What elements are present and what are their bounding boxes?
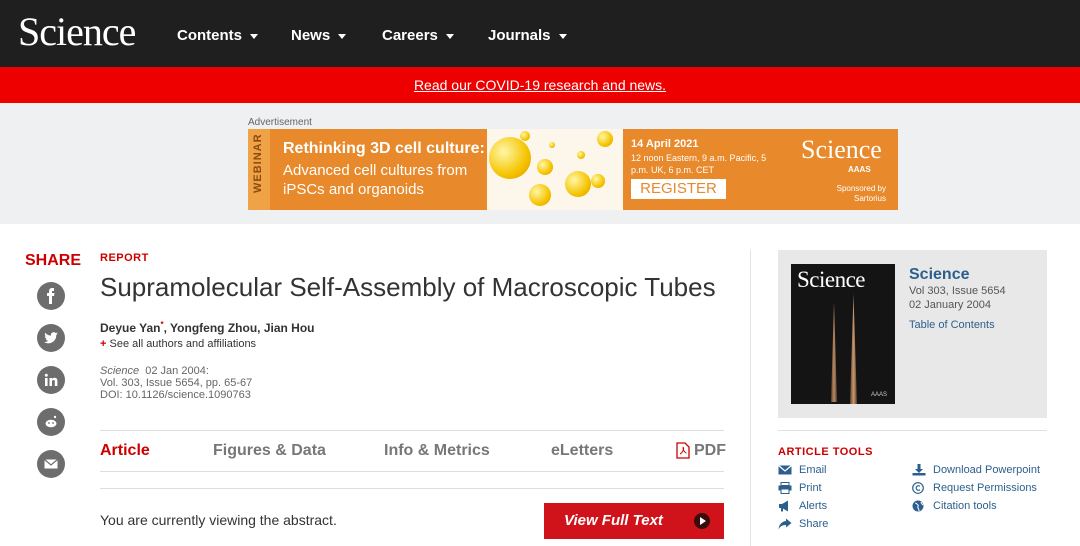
author-list-rest[interactable]: , Yongfeng Zhou, Jian Hou xyxy=(164,321,315,335)
print-icon xyxy=(778,482,792,494)
article-tabs: Article Figures & Data Info & Metrics eL… xyxy=(100,430,726,472)
table-of-contents-link[interactable]: Table of Contents xyxy=(909,319,995,331)
ad-vertical-tag: WEBINAR xyxy=(248,129,270,210)
facebook-icon[interactable] xyxy=(37,282,65,310)
twitter-icon[interactable] xyxy=(37,324,65,352)
issue-cover-image[interactable]: Science AAAS xyxy=(791,264,895,404)
affiliations-label: See all authors and affiliations xyxy=(109,338,257,350)
top-nav: Science Contents News Careers Journals xyxy=(0,0,1080,67)
chevron-down-icon xyxy=(445,33,454,39)
tab-info-metrics[interactable]: Info & Metrics xyxy=(384,442,490,460)
covid-link[interactable]: Read our COVID-19 research and news. xyxy=(414,77,666,93)
citation-date: 02 Jan 2004: xyxy=(145,365,209,377)
issue-volume: Vol 303, Issue 5654 02 January 2004 xyxy=(909,284,1006,312)
issue-journal-link[interactable]: Science xyxy=(909,266,969,284)
chevron-down-icon xyxy=(250,33,258,39)
play-icon xyxy=(694,513,710,529)
article-type: REPORT xyxy=(100,252,149,264)
view-full-text-label: View Full Text xyxy=(564,512,663,529)
nav-news[interactable]: News xyxy=(291,27,347,44)
tool-email-label: Email xyxy=(799,464,827,476)
download-icon xyxy=(912,464,926,476)
share-label: SHARE xyxy=(25,252,82,269)
copyright-icon xyxy=(912,482,924,494)
tab-eletters[interactable]: eLetters xyxy=(551,442,613,460)
science-logo[interactable]: Science xyxy=(18,8,136,55)
tab-figures-data[interactable]: Figures & Data xyxy=(213,442,326,460)
issue-volume-text: Vol 303, Issue 5654 xyxy=(909,285,1006,297)
view-full-text-button[interactable]: View Full Text xyxy=(544,503,724,539)
chevron-down-icon xyxy=(338,33,347,39)
issue-date: 02 January 2004 xyxy=(909,299,991,311)
globe-icon xyxy=(912,500,924,512)
tool-alerts-label: Alerts xyxy=(799,500,828,512)
issue-box: Science AAAS Science Vol 303, Issue 5654… xyxy=(778,250,1047,418)
citation-doi: DOI: 10.1126/science.1090763 xyxy=(100,389,251,401)
nav-contents-label: Contents xyxy=(177,27,242,44)
webinar-ad[interactable]: WEBINAR Rethinking 3D cell culture: Adva… xyxy=(248,129,898,210)
abstract-notice: You are currently viewing the abstract. … xyxy=(100,488,724,546)
nav-careers-label: Careers xyxy=(382,27,438,44)
article-authors: Deyue Yan*, Yongfeng Zhou, Jian Hou xyxy=(100,320,315,335)
ad-aaas-logo: AAAS xyxy=(848,165,871,174)
ad-sponsor: Sponsored by Sartorius xyxy=(836,184,886,203)
author-link[interactable]: Deyue Yan xyxy=(100,321,160,335)
tool-request-permissions-label: Request Permissions xyxy=(933,482,1037,494)
ad-vertical-tag-text: WEBINAR xyxy=(252,133,264,193)
article-citation: Science 02 Jan 2004: Vol. 303, Issue 565… xyxy=(100,365,252,401)
tools-divider xyxy=(778,430,1047,431)
citation-journal: Science xyxy=(100,365,140,377)
tool-share-label: Share xyxy=(799,518,829,530)
megaphone-icon xyxy=(779,500,788,512)
cover-title: Science xyxy=(797,267,866,292)
ad-cell-image xyxy=(487,129,623,210)
ad-register-button[interactable]: REGISTER xyxy=(631,179,726,199)
ad-label: Advertisement xyxy=(248,117,312,128)
ad-science-logo: Science xyxy=(801,135,882,164)
citation-volume: Vol. 303, Issue 5654, pp. 65-67 xyxy=(100,377,253,389)
chevron-down-icon xyxy=(558,33,567,39)
email-icon xyxy=(778,465,792,475)
tool-download-powerpoint-label: Download Powerpoint xyxy=(933,464,1041,476)
pdf-icon xyxy=(676,442,690,459)
tool-print-label: Print xyxy=(799,482,822,494)
nav-journals[interactable]: Journals xyxy=(488,27,567,44)
cover-aaas: AAAS xyxy=(871,392,888,398)
tab-pdf[interactable]: PDF xyxy=(694,442,726,460)
nav-journals-label: Journals xyxy=(488,27,551,44)
column-divider xyxy=(750,250,751,546)
ad-date: 14 April 2021 xyxy=(631,138,699,150)
covid-banner: Read our COVID-19 research and news. xyxy=(0,67,1080,103)
nav-careers[interactable]: Careers xyxy=(382,27,454,44)
reddit-icon[interactable] xyxy=(37,408,65,436)
ad-subhead: Advanced cell cultures from iPSCs and or… xyxy=(283,162,468,198)
nav-news-label: News xyxy=(291,27,331,44)
ad-headline: Rethinking 3D cell culture: xyxy=(283,140,485,157)
ad-time: 12 noon Eastern, 9 a.m. Pacific, 5 p.m. … xyxy=(631,153,767,175)
abstract-notice-text: You are currently viewing the abstract. xyxy=(100,512,337,528)
tab-article[interactable]: Article xyxy=(100,442,150,460)
tool-citation-label: Citation tools xyxy=(933,500,997,512)
article-title: Supramolecular Self-Assembly of Macrosco… xyxy=(100,272,716,302)
ad-area: Advertisement WEBINAR Rethinking 3D cell… xyxy=(0,103,1080,224)
article-tools-title: ARTICLE TOOLS xyxy=(778,446,873,458)
nav-contents[interactable]: Contents xyxy=(177,27,258,44)
share-arrow-icon xyxy=(778,518,792,530)
affiliations-toggle[interactable]: + See all authors and affiliations xyxy=(100,338,256,350)
linkedin-icon[interactable] xyxy=(37,366,65,394)
plus-icon: + xyxy=(100,338,107,350)
email-icon[interactable] xyxy=(37,450,65,478)
